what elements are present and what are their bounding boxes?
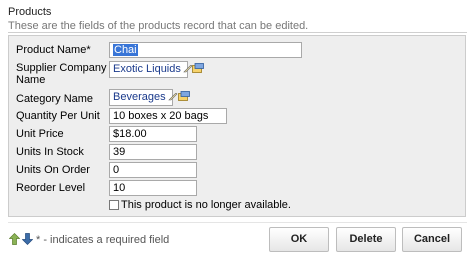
product-name-label: Product Name* (16, 44, 91, 56)
unit-price-input[interactable]: $18.00 (109, 126, 197, 142)
supplier-value: Exotic Liquids (113, 63, 181, 75)
arrow-down-icon[interactable] (22, 233, 33, 245)
ok-button[interactable]: OK (269, 227, 329, 252)
header-divider (8, 32, 467, 33)
quantity-per-unit-input[interactable]: 10 boxes x 20 bags (109, 108, 227, 124)
units-in-stock-label: Units In Stock (16, 146, 84, 158)
units-in-stock-input[interactable]: 39 (109, 144, 197, 160)
page-description: These are the fields of the products rec… (8, 20, 309, 32)
lookup-icon[interactable] (178, 91, 190, 102)
supplier-label: Supplier Company Name (16, 62, 107, 86)
edit-form-panel: Product Name* Chai Supplier Company Name … (8, 35, 466, 217)
discontinued-checkbox[interactable] (109, 200, 119, 210)
required-field-hint: * - indicates a required field (36, 234, 170, 246)
page-title: Products (8, 6, 52, 18)
arrow-up-icon[interactable] (9, 233, 20, 245)
quantity-per-unit-label: Quantity Per Unit (16, 110, 100, 122)
product-name-input[interactable]: Chai (109, 42, 302, 58)
supplier-label-line2: Name (16, 74, 46, 86)
product-name-label-text: Product Name (16, 44, 87, 56)
reorder-level-input[interactable]: 10 (109, 180, 197, 196)
cancel-button[interactable]: Cancel (402, 227, 462, 252)
supplier-label-line1: Supplier Company (16, 62, 107, 74)
footer-divider (8, 222, 467, 223)
unit-price-label: Unit Price (16, 128, 64, 140)
required-mark: * (86, 44, 91, 56)
units-on-order-input[interactable]: 0 (109, 162, 197, 178)
delete-button[interactable]: Delete (336, 227, 396, 252)
discontinued-label: This product is no longer available. (121, 199, 291, 211)
reorder-level-label: Reorder Level (16, 182, 86, 194)
lookup-icon[interactable] (192, 63, 204, 74)
category-value: Beverages (113, 91, 166, 103)
supplier-lookup-field[interactable]: Exotic Liquids (109, 61, 193, 78)
category-label: Category Name (16, 93, 94, 105)
category-lookup-field[interactable]: Beverages (109, 89, 178, 106)
product-name-value: Chai (113, 44, 138, 56)
pencil-icon (167, 93, 178, 101)
units-on-order-label: Units On Order (16, 164, 90, 176)
